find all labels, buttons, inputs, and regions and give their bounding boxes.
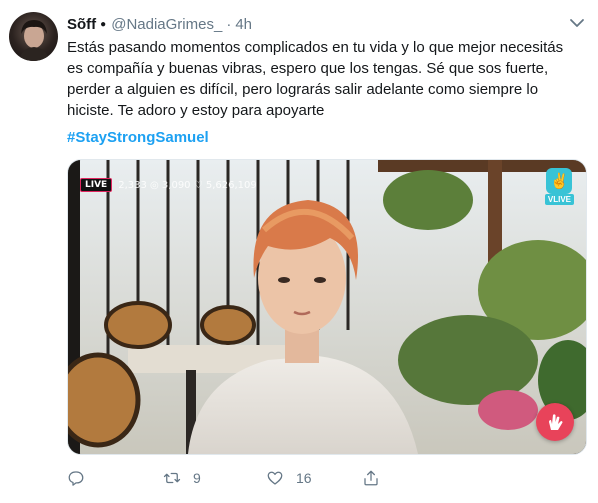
live-stats: 2,333 ◎ 3,090 ♡ 5,626,109 — [118, 179, 257, 191]
vlive-wordmark: VLIVE — [544, 194, 574, 205]
separator-dot: · — [226, 15, 232, 33]
share-icon — [364, 470, 378, 486]
retweet-button[interactable]: 9 — [163, 466, 201, 490]
retweet-icon — [163, 472, 181, 484]
live-stats-bar: LIVE 2,333 ◎ 3,090 ♡ 5,626,109 — [80, 178, 257, 192]
like-icon — [267, 471, 283, 485]
author-handle[interactable]: @NadiaGrimes_ — [111, 16, 222, 33]
author-name[interactable]: Sõff — [67, 16, 96, 33]
timestamp[interactable]: 4h — [235, 16, 252, 33]
vlive-mark-icon: ✌ — [546, 168, 573, 194]
like-count: 16 — [296, 470, 312, 486]
hashtag-link[interactable]: #StayStrongSamuel — [67, 129, 209, 146]
avatar[interactable] — [9, 12, 58, 61]
vlive-logo: ✌ VLIVE — [544, 168, 574, 205]
live-badge: LIVE — [80, 178, 113, 192]
tweet-header: Sõff ● @NadiaGrimes_ · 4h — [67, 13, 252, 35]
reply-icon — [68, 471, 84, 486]
reply-button[interactable] — [67, 466, 97, 490]
tweet[interactable]: Sõff ● @NadiaGrimes_ · 4h Estás pasando … — [0, 0, 598, 503]
tweet-text: Estás pasando momentos complicados en tu… — [67, 39, 564, 119]
share-button[interactable] — [362, 466, 380, 490]
chevron-down-icon[interactable] — [568, 14, 586, 32]
video-frame — [68, 160, 586, 454]
tweet-media-video[interactable]: LIVE 2,333 ◎ 3,090 ♡ 5,626,109 ✌ VLIVE — [67, 159, 587, 455]
tweet-actions: 9 16 — [67, 466, 487, 490]
like-button[interactable]: 16 — [266, 466, 312, 490]
retweet-count: 9 — [193, 470, 201, 486]
hand-heart-icon[interactable] — [536, 403, 574, 441]
author-badge: ● — [100, 18, 107, 30]
